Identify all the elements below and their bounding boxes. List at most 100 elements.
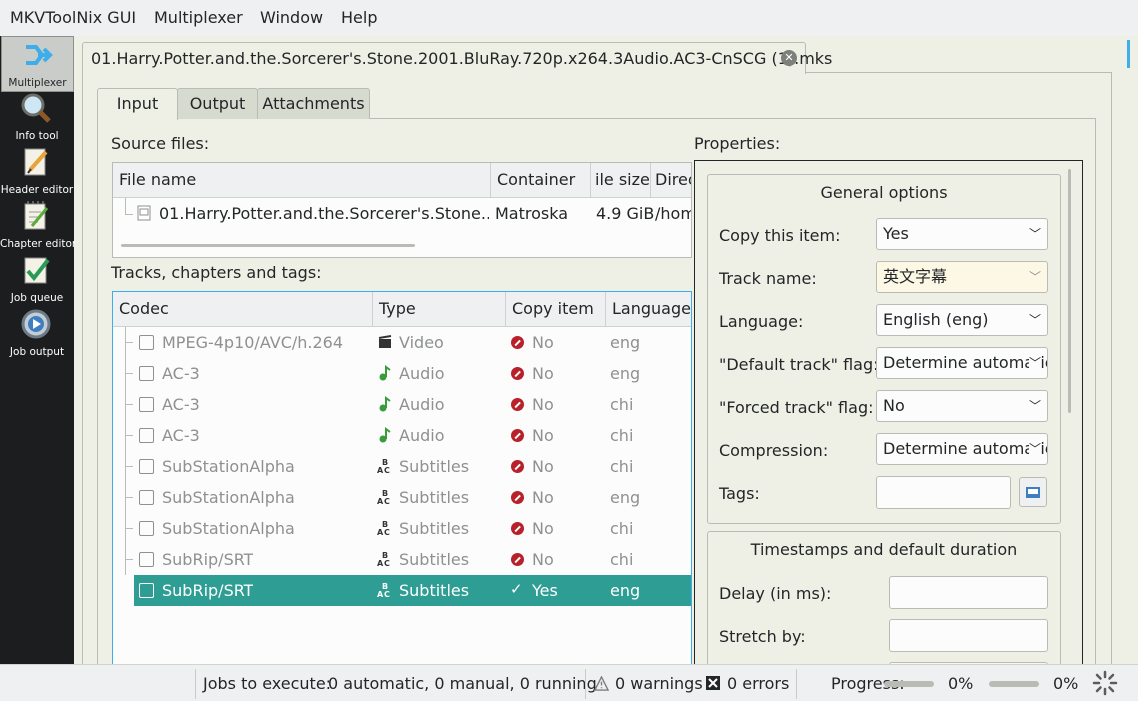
audio-icon xyxy=(379,396,391,412)
svg-text:C: C xyxy=(384,497,390,505)
sidebar-item-label: Header editor xyxy=(0,184,74,196)
source-files-table[interactable]: File name Container ile size Direc 01.Ha… xyxy=(112,162,692,258)
column-copy-item[interactable]: Copy item xyxy=(506,292,606,326)
error-icon xyxy=(706,676,720,690)
tracks-table[interactable]: Codec Type Copy item Language MPEG-4p10/… xyxy=(112,291,692,673)
status-bar: Jobs to execute: 0 automatic, 0 manual, … xyxy=(0,664,1138,701)
track-checkbox[interactable] xyxy=(139,490,154,505)
menu-help[interactable]: Help xyxy=(341,8,377,27)
menu-app[interactable]: MKVToolNix GUI xyxy=(10,8,136,27)
subtitles-icon: BA C xyxy=(377,551,390,567)
sidebar-item-job-queue[interactable]: Job queue xyxy=(0,252,74,306)
language-label: Language: xyxy=(719,312,804,331)
column-language[interactable]: Language xyxy=(606,292,691,326)
sidebar-item-info-tool[interactable]: Info tool xyxy=(0,90,74,144)
table-row[interactable]: 01.Harry.Potter.and.the.Sorcerer's.Stone… xyxy=(113,198,691,229)
chevron-down-icon: ﹀ xyxy=(1029,262,1041,292)
table-row[interactable]: SubRip/SRT B A C Subtitles No chi xyxy=(113,544,691,575)
close-icon[interactable]: ✕ xyxy=(781,50,797,66)
column-codec[interactable]: Codec xyxy=(113,292,373,326)
tracks-header: Codec Type Copy item Language xyxy=(113,292,691,327)
table-row[interactable]: SubStationAlpha B A C Subtitles No eng xyxy=(113,482,691,513)
delay-input[interactable] xyxy=(889,576,1048,609)
cell-copy-item: Yes xyxy=(532,581,558,600)
column-file-size[interactable]: ile size xyxy=(591,163,651,197)
chevron-down-icon: ﹀ xyxy=(1029,391,1041,421)
cell-copy-item: No xyxy=(532,333,554,352)
tab-attachments[interactable]: Attachments xyxy=(257,88,370,119)
table-row[interactable]: SubStationAlpha B A C Subtitles No chi xyxy=(113,513,691,544)
disabled-icon xyxy=(511,367,524,380)
horizontal-scrollbar[interactable] xyxy=(121,244,415,247)
audio-icon xyxy=(379,427,391,443)
sidebar-item-multiplexer[interactable]: Multiplexer xyxy=(1,36,74,92)
disabled-icon xyxy=(511,491,524,504)
cell-directory: /hom xyxy=(655,204,692,223)
column-file-name[interactable]: File name xyxy=(113,163,491,197)
cell-type: Subtitles xyxy=(399,488,470,507)
cell-codec: SubRip/SRT xyxy=(162,550,254,569)
column-container[interactable]: Container xyxy=(491,163,591,197)
cell-container: Matroska xyxy=(495,204,569,223)
sidebar-item-chapter-editor[interactable]: Chapter editor xyxy=(0,198,76,252)
forced-track-flag-select[interactable]: No ﹀ xyxy=(876,390,1048,422)
tab-input[interactable]: Input xyxy=(97,88,178,120)
sidebar-item-label: Job output xyxy=(9,346,65,358)
table-row[interactable]: AC-3 Audio No chi xyxy=(113,420,691,451)
menu-window[interactable]: Window xyxy=(260,8,323,27)
progress-bar-current xyxy=(884,681,934,687)
browse-tags-button[interactable] xyxy=(1019,477,1047,507)
sidebar-item-job-output[interactable]: Job output xyxy=(0,306,74,360)
tool-sidebar: Multiplexer Info tool Header editor Chap… xyxy=(0,36,76,700)
copy-item-select[interactable]: Yes ﹀ xyxy=(876,218,1048,250)
stretch-input[interactable] xyxy=(889,619,1048,652)
cell-type: Subtitles xyxy=(399,519,470,538)
track-checkbox[interactable] xyxy=(139,335,154,350)
cell-type: Audio xyxy=(399,395,445,414)
default-track-flag-select[interactable]: Determine automatically﹀ xyxy=(876,347,1048,379)
track-checkbox[interactable] xyxy=(139,428,154,443)
table-row[interactable]: SubStationAlpha B A C Subtitles No chi xyxy=(113,451,691,482)
jobs-label: Jobs to execute: xyxy=(203,674,332,693)
column-directory[interactable]: Direc xyxy=(651,163,691,197)
track-checkbox[interactable] xyxy=(139,583,154,598)
svg-text:C: C xyxy=(384,590,390,598)
document-tab[interactable]: 01.Harry.Potter.and.the.Sorcerer's.Stone… xyxy=(82,42,832,74)
busy-spinner-icon xyxy=(1092,670,1118,696)
sidebar-item-header-editor[interactable]: Header editor xyxy=(0,144,74,198)
track-name-combo[interactable]: 英文字幕 ﹀ xyxy=(876,261,1048,293)
language-select[interactable]: English (eng) ﹀ xyxy=(876,304,1048,336)
sidebar-item-label: Info tool xyxy=(15,130,59,142)
cell-language: eng xyxy=(610,364,641,383)
header-editor-icon xyxy=(24,148,48,176)
track-checkbox[interactable] xyxy=(139,459,154,474)
warning-icon xyxy=(594,676,609,691)
warnings-count[interactable]: 0 warnings xyxy=(615,674,703,693)
tags-input[interactable] xyxy=(876,476,1011,509)
timestamps-title: Timestamps and default duration xyxy=(750,540,1018,559)
cell-type: Video xyxy=(399,333,444,352)
properties-panel: General options Copy this item: Yes ﹀ Tra… xyxy=(694,160,1083,682)
errors-count[interactable]: 0 errors xyxy=(727,674,789,693)
chevron-down-icon: ﹀ xyxy=(1029,219,1041,249)
table-row[interactable]: AC-3 Audio No chi xyxy=(113,389,691,420)
cell-copy-item: No xyxy=(532,426,554,445)
column-type[interactable]: Type xyxy=(373,292,506,326)
track-checkbox[interactable] xyxy=(139,397,154,412)
table-row[interactable]: SubRip/SRT B A C Subtitles ✓ Yes eng xyxy=(134,575,691,606)
compression-select[interactable]: Determine automatically﹀ xyxy=(876,433,1048,465)
track-checkbox[interactable] xyxy=(139,521,154,536)
outer-scrollbar[interactable] xyxy=(1127,40,1133,660)
cell-type: Subtitles xyxy=(399,457,470,476)
table-row[interactable]: AC-3 Audio No eng xyxy=(113,358,691,389)
menu-multiplexer[interactable]: Multiplexer xyxy=(154,8,243,27)
tab-output[interactable]: Output xyxy=(177,88,258,119)
properties-scrollbar[interactable] xyxy=(1068,169,1071,413)
track-checkbox[interactable] xyxy=(139,552,154,567)
disabled-icon xyxy=(511,553,524,566)
audio-icon xyxy=(379,365,391,381)
cell-codec: SubStationAlpha xyxy=(162,488,295,507)
track-checkbox[interactable] xyxy=(139,366,154,381)
table-row[interactable]: MPEG-4p10/AVC/h.264 Video No eng xyxy=(113,327,691,358)
job-output-icon xyxy=(21,309,51,339)
